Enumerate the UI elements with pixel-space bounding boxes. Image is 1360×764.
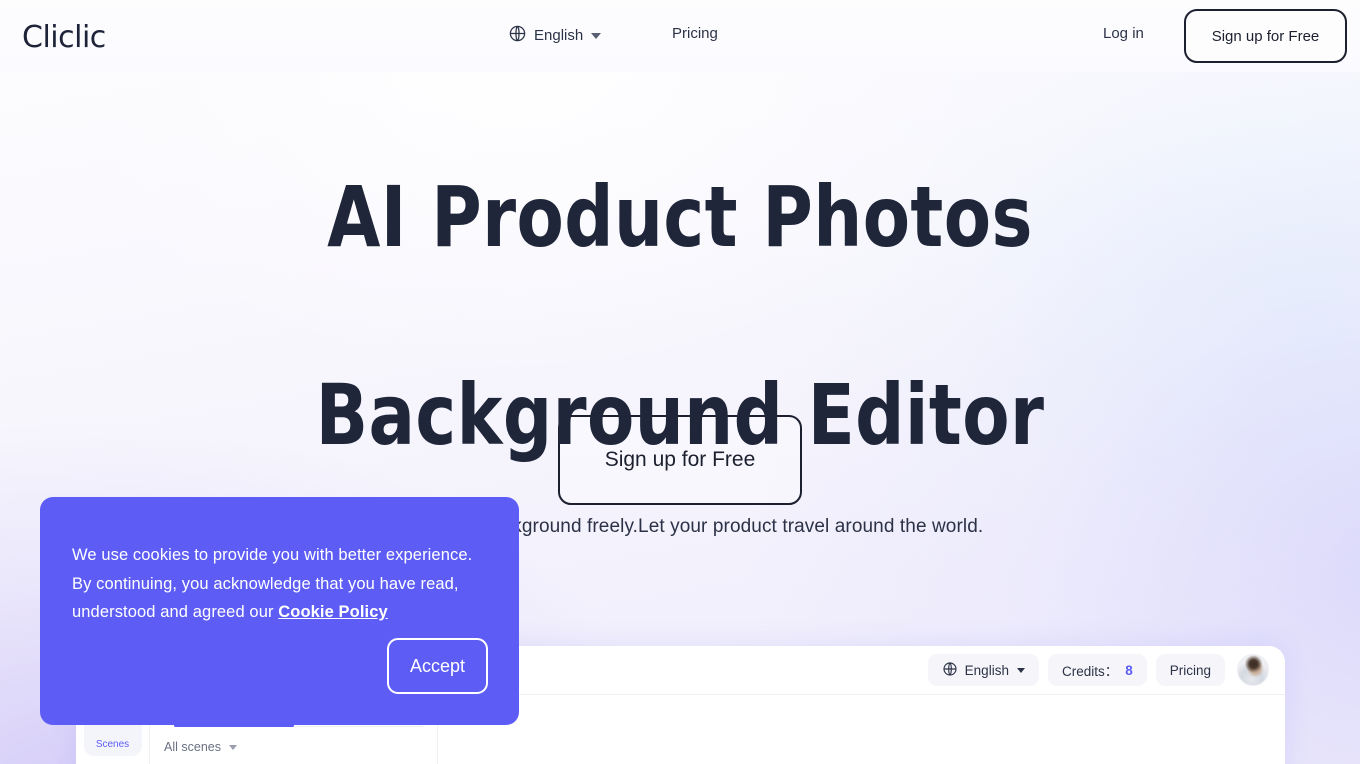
app-language-label: English [964, 662, 1009, 678]
sidebar-item-label: Scenes [95, 739, 130, 750]
cookie-accept-button[interactable]: Accept [387, 638, 488, 694]
cookie-consent-banner: We use cookies to provide you with bette… [40, 497, 519, 725]
nav-pricing-link[interactable]: Pricing [672, 25, 718, 42]
globe-icon [942, 661, 958, 680]
chevron-down-icon [591, 32, 602, 39]
globe-icon [508, 24, 527, 47]
scenes-filter-dropdown[interactable]: All scenes [164, 740, 423, 754]
cookie-policy-link[interactable]: Cookie Policy [278, 603, 388, 621]
top-navigation-bar: Cliclic English Pricing Log in Sign up f… [0, 0, 1360, 72]
chevron-down-icon [1016, 667, 1025, 673]
hero-section: AI Product Photos Background Editor Chan… [0, 72, 1360, 538]
hero-title-line-2: Background Editor [315, 366, 1045, 464]
cookie-text-line-3-prefix: understood and agreed our [72, 603, 279, 621]
app-credits-indicator[interactable]: Credits： 8 [1047, 654, 1147, 686]
chevron-down-icon [228, 744, 237, 750]
language-label: English [534, 27, 584, 44]
hero-title-line-1: AI Product Photos [327, 168, 1033, 266]
app-language-selector[interactable]: English [927, 654, 1039, 686]
language-selector[interactable]: English [508, 24, 602, 47]
brand-logo[interactable]: Cliclic [22, 20, 106, 55]
credits-value: 8 [1125, 662, 1133, 678]
app-canvas-area [438, 695, 1285, 764]
credits-label: Credits： [1061, 664, 1119, 679]
nav-login-link[interactable]: Log in [1103, 25, 1144, 42]
avatar[interactable] [1237, 654, 1269, 686]
scenes-filter-label: All scenes [164, 740, 221, 754]
cookie-text-line-2: By continuing, you acknowledge that you … [72, 574, 459, 593]
cookie-text-line-1: We use cookies to provide you with bette… [72, 546, 473, 564]
app-pricing-button[interactable]: Pricing [1155, 654, 1225, 686]
nav-signup-button[interactable]: Sign up for Free [1184, 9, 1347, 63]
cookie-text-line-3: understood and agreed our Cookie Policy [72, 598, 481, 627]
